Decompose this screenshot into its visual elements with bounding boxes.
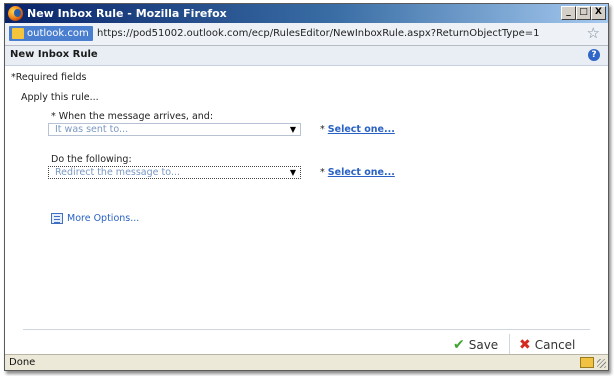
firefox-icon xyxy=(8,6,23,21)
bookmark-star-icon[interactable]: ☆ xyxy=(587,24,600,42)
action-label: Do the following: xyxy=(51,154,132,165)
condition-required: * Select one... xyxy=(320,124,395,135)
more-options-link[interactable]: More Options... xyxy=(67,213,139,224)
save-label: Save xyxy=(468,338,499,352)
dropdown-arrow-icon: ▼ xyxy=(289,168,296,177)
cancel-button[interactable]: ✖ Cancel xyxy=(519,337,575,353)
status-text: Done xyxy=(9,357,36,368)
action-dropdown[interactable]: Redirect the message to... ▼ xyxy=(48,166,301,179)
save-button[interactable]: ✔ Save xyxy=(453,337,498,353)
condition-label: * When the message arrives, and: xyxy=(51,111,214,122)
status-bar: Done xyxy=(5,354,608,370)
button-divider xyxy=(509,334,510,356)
action-required: * Select one... xyxy=(320,167,395,178)
x-icon: ✖ xyxy=(519,337,531,353)
help-icon[interactable]: ? xyxy=(588,49,600,61)
action-value: Redirect the message to... xyxy=(55,167,180,178)
required-star: * xyxy=(320,167,325,178)
resize-grip-icon[interactable] xyxy=(597,359,606,368)
browser-window: New Inbox Rule - Mozilla Firefox _ □ X o… xyxy=(4,3,609,371)
action-select-link[interactable]: Select one... xyxy=(328,167,395,178)
site-icon xyxy=(12,28,24,39)
maximize-button[interactable]: □ xyxy=(576,6,591,20)
condition-value: It was sent to... xyxy=(55,124,129,135)
footer-divider xyxy=(23,329,590,330)
lock-icon[interactable] xyxy=(580,357,594,368)
required-star: * xyxy=(320,124,325,135)
apply-rule-label: Apply this rule... xyxy=(21,92,99,103)
required-fields-note: *Required fields xyxy=(11,72,87,83)
checkmark-icon: ✔ xyxy=(453,337,465,353)
dialog-header: New Inbox Rule ? xyxy=(5,46,608,66)
dialog-title: New Inbox Rule xyxy=(10,49,98,60)
site-identity-button[interactable]: outlook.com xyxy=(9,26,93,41)
window-title: New Inbox Rule - Mozilla Firefox xyxy=(27,7,227,20)
site-label: outlook.com xyxy=(27,28,89,39)
dropdown-arrow-icon: ▼ xyxy=(289,125,296,134)
address-bar[interactable]: outlook.com https://pod51002.outlook.com… xyxy=(5,23,608,46)
cancel-label: Cancel xyxy=(534,338,576,352)
url-text[interactable]: https://pod51002.outlook.com/ecp/RulesEd… xyxy=(97,26,540,41)
minimize-button[interactable]: _ xyxy=(561,6,576,20)
list-icon[interactable] xyxy=(51,213,63,224)
condition-select-link[interactable]: Select one... xyxy=(328,124,395,135)
close-button[interactable]: X xyxy=(591,6,606,20)
title-bar[interactable]: New Inbox Rule - Mozilla Firefox _ □ X xyxy=(5,4,608,23)
condition-dropdown[interactable]: It was sent to... ▼ xyxy=(48,123,301,136)
